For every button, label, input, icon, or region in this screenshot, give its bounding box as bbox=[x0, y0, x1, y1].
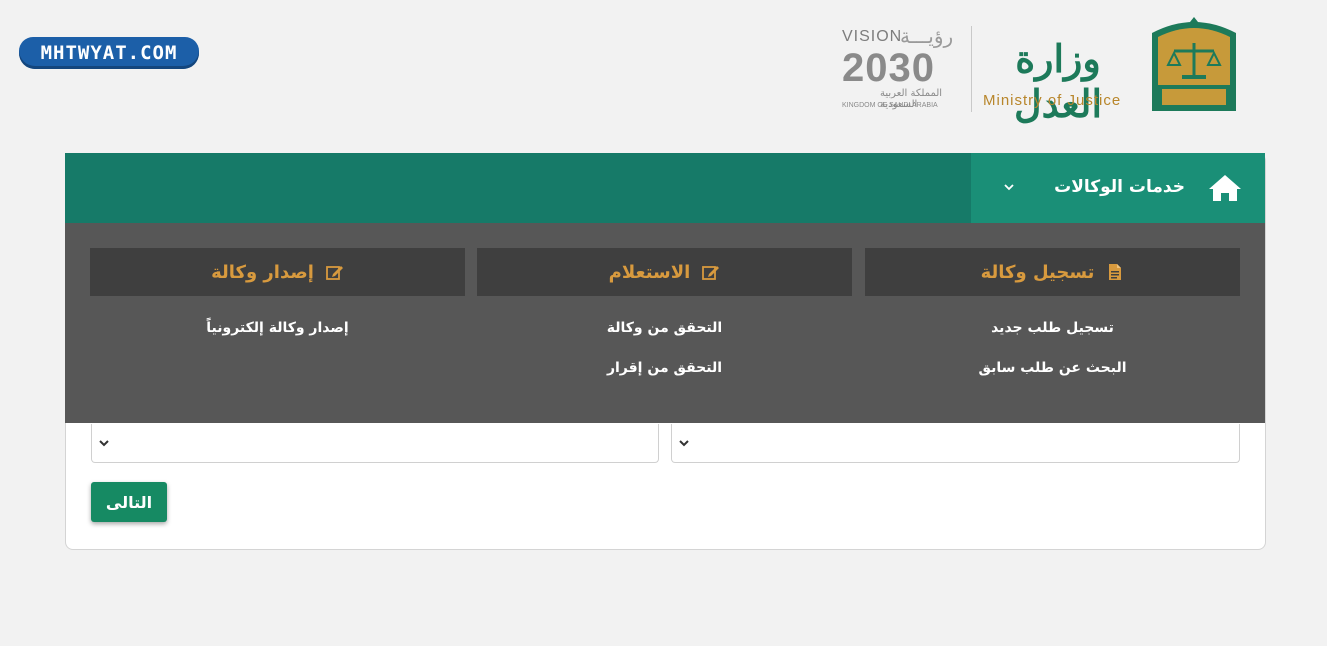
ministry-name-en: Ministry of Justice bbox=[983, 92, 1122, 109]
nav-agency-services-label[interactable]: خدمات الوكالات bbox=[1054, 177, 1185, 197]
menu-heading-inquiry[interactable]: الاستعلام bbox=[477, 248, 852, 296]
menu-link-issue-electronic[interactable]: إصدار وكالة إلكترونياً bbox=[90, 320, 465, 336]
document-icon bbox=[1109, 264, 1122, 280]
select-field-left[interactable] bbox=[91, 424, 659, 463]
select-field-right[interactable] bbox=[671, 424, 1240, 463]
menu-heading-issue-label: إصدار وكالة bbox=[211, 261, 314, 283]
vision-arabic-title: رؤيـــة bbox=[900, 24, 954, 48]
edit-icon bbox=[702, 266, 720, 280]
nav-item-agency-services[interactable]: خدمات الوكالات bbox=[971, 153, 1265, 223]
chevron-down-icon bbox=[99, 440, 109, 447]
home-icon[interactable] bbox=[1207, 173, 1243, 203]
logo-divider bbox=[971, 26, 972, 112]
menu-heading-register-label: تسجيل وكالة bbox=[980, 261, 1095, 283]
vision-year: 2030 bbox=[842, 46, 935, 90]
edit-icon bbox=[326, 266, 343, 280]
menu-heading-inquiry-label: الاستعلام bbox=[608, 261, 691, 283]
menu-column-issue: إصدار وكالة إصدار وكالة إلكترونياً bbox=[90, 248, 465, 336]
ministry-emblem-icon bbox=[1152, 17, 1236, 111]
vision-country-en: KINGDOM OF SAUDI ARABIA bbox=[842, 102, 938, 109]
menu-heading-issue[interactable]: إصدار وكالة bbox=[90, 248, 465, 296]
menu-link-new-request[interactable]: تسجيل طلب جديد bbox=[865, 320, 1240, 336]
watermark-badge: MHTWYAT.COM bbox=[19, 37, 199, 69]
menu-column-register: تسجيل وكالة تسجيل طلب جديد البحث عن طلب … bbox=[865, 248, 1240, 376]
menu-link-verify-acknowledgment[interactable]: التحقق من إقرار bbox=[477, 360, 852, 376]
next-button[interactable]: التالى bbox=[91, 482, 167, 522]
ministry-name-ar: وزارة العدل bbox=[1013, 36, 1103, 126]
menu-link-search-request[interactable]: البحث عن طلب سابق bbox=[865, 360, 1240, 376]
vision-label: VISION bbox=[842, 28, 903, 45]
main-navbar: خدمات الوكالات bbox=[65, 153, 1265, 223]
menu-column-inquiry: الاستعلام التحقق من وكالة التحقق من إقرا… bbox=[477, 248, 852, 376]
chevron-down-icon bbox=[679, 440, 689, 447]
menu-heading-register[interactable]: تسجيل وكالة bbox=[865, 248, 1240, 296]
menu-link-verify-agency[interactable]: التحقق من وكالة bbox=[477, 320, 852, 336]
chevron-down-icon[interactable] bbox=[1003, 181, 1015, 193]
services-dropdown-menu: تسجيل وكالة تسجيل طلب جديد البحث عن طلب … bbox=[65, 223, 1265, 423]
